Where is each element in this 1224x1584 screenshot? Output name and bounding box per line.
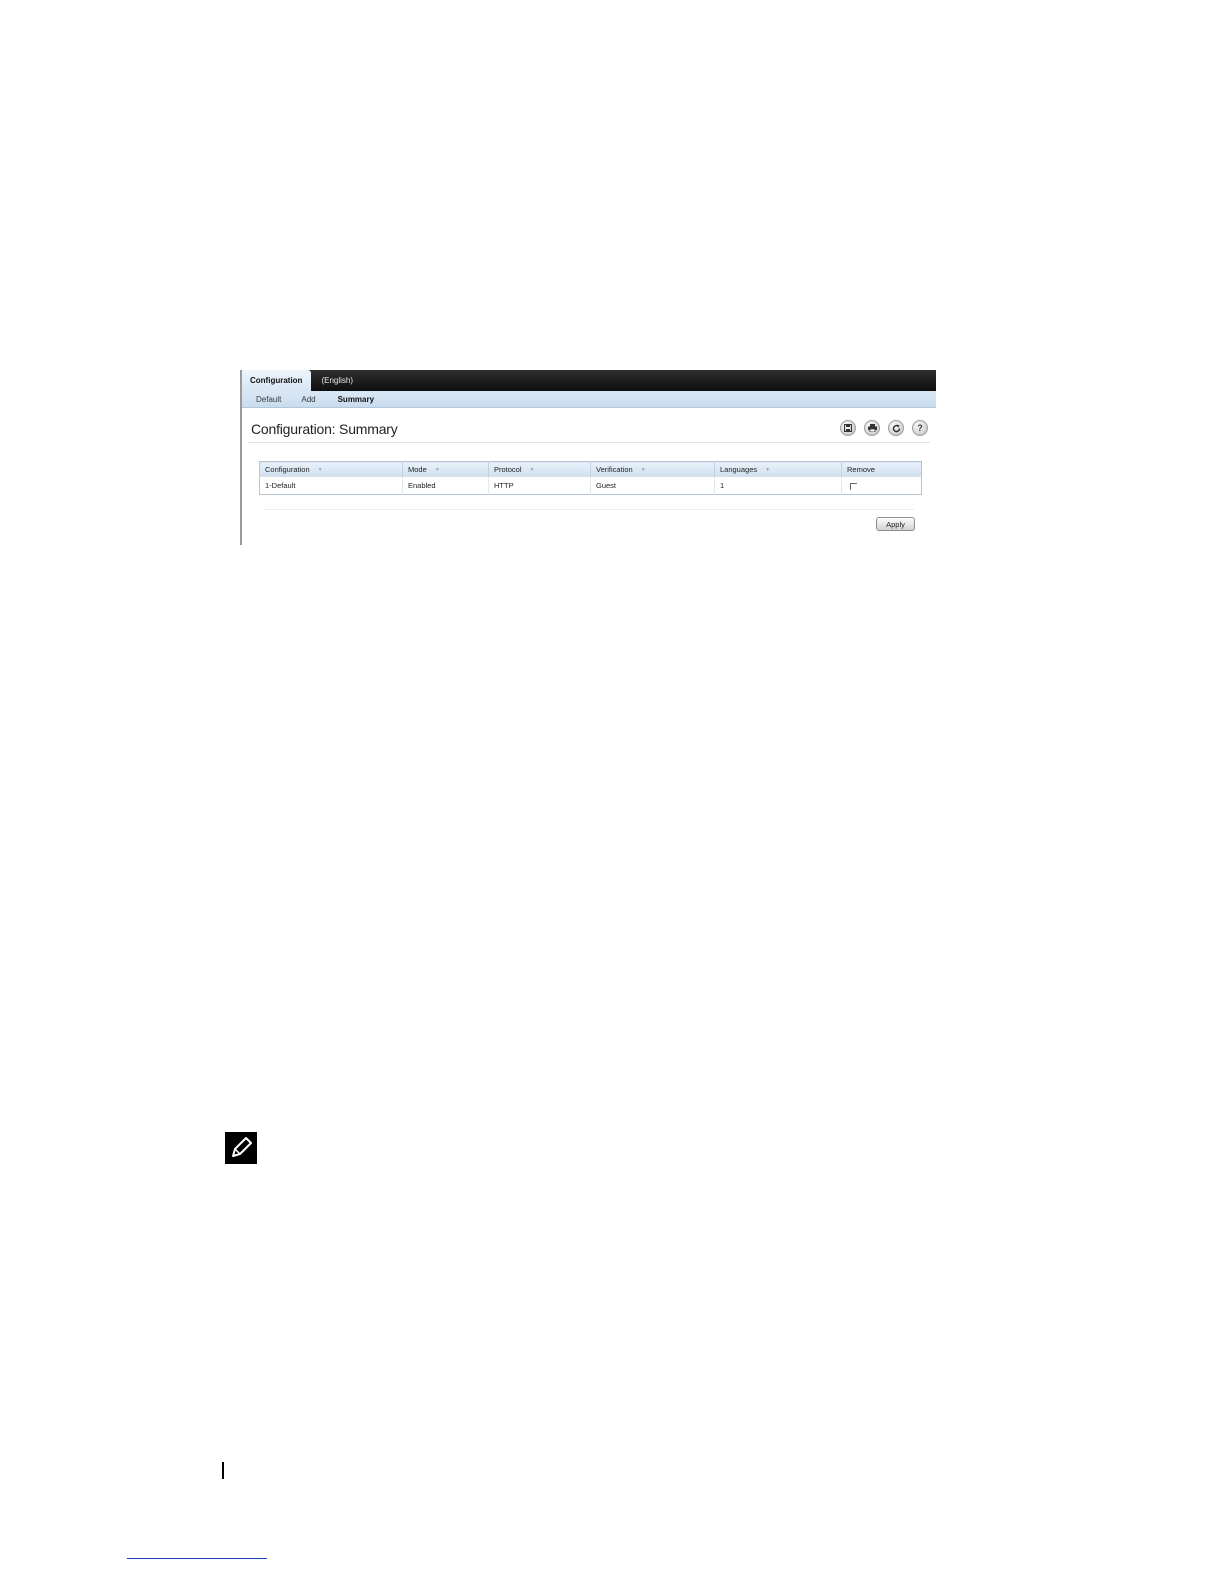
table-header-row: Configuration ▼ Mode ▼ Protocol ▼ Verificat… [259, 461, 922, 477]
col-verification[interactable]: Verification ▼ [590, 461, 715, 477]
cell-configuration[interactable]: 1-Default [259, 476, 403, 495]
top-tab-bar: Configuration (English) [242, 370, 936, 391]
sort-arrow-icon: ▼ [529, 466, 535, 473]
col-mode[interactable]: Mode ▼ [402, 461, 489, 477]
sort-arrow-icon: ▼ [765, 466, 771, 473]
tab-english[interactable]: (English) [311, 370, 363, 391]
col-configuration[interactable]: Configuration ▼ [259, 461, 403, 477]
sub-navigation: Default Add Summary [242, 391, 936, 408]
table-row: 1-Default Enabled HTTP Guest 1 [259, 476, 922, 495]
apply-button[interactable]: Apply [876, 517, 915, 531]
sort-arrow-icon: ▼ [640, 466, 646, 473]
subnav-default[interactable]: Default [242, 395, 281, 404]
footer-divider [264, 509, 914, 510]
page-toolbar: ? [840, 420, 928, 436]
refresh-icon[interactable] [888, 420, 904, 436]
col-protocol-label: Protocol [494, 464, 522, 474]
save-icon[interactable] [840, 420, 856, 436]
tab-configuration[interactable]: Configuration [242, 370, 312, 391]
print-icon[interactable] [864, 420, 880, 436]
col-protocol[interactable]: Protocol ▼ [488, 461, 591, 477]
cell-languages: 1 [714, 476, 842, 495]
cell-remove [841, 476, 922, 495]
subnav-summary[interactable]: Summary [316, 395, 374, 404]
remove-checkbox[interactable] [850, 482, 857, 490]
summary-table: Configuration ▼ Mode ▼ Protocol ▼ Verificat… [259, 461, 922, 495]
title-divider [248, 442, 930, 443]
cell-mode: Enabled [402, 476, 489, 495]
col-languages[interactable]: Languages ▼ [714, 461, 842, 477]
footer-link-rule [127, 1558, 267, 1559]
page-margin-marker [222, 1462, 224, 1479]
note-pencil-icon [225, 1132, 257, 1164]
col-languages-label: Languages [720, 464, 758, 474]
cell-verification: Guest [590, 476, 715, 495]
help-icon[interactable]: ? [912, 420, 928, 436]
col-configuration-label: Configuration [265, 464, 310, 474]
cell-protocol: HTTP [488, 476, 591, 495]
col-verification-label: Verification [596, 464, 633, 474]
col-remove: Remove [841, 461, 922, 477]
page-title: Configuration: Summary [251, 421, 398, 437]
sort-arrow-icon: ▼ [434, 466, 440, 473]
captive-portal-config-window: Configuration (English) Default Add Summ… [240, 370, 936, 545]
col-mode-label: Mode [408, 464, 427, 474]
sort-arrow-icon: ▼ [317, 466, 323, 473]
subnav-add[interactable]: Add [281, 395, 315, 404]
